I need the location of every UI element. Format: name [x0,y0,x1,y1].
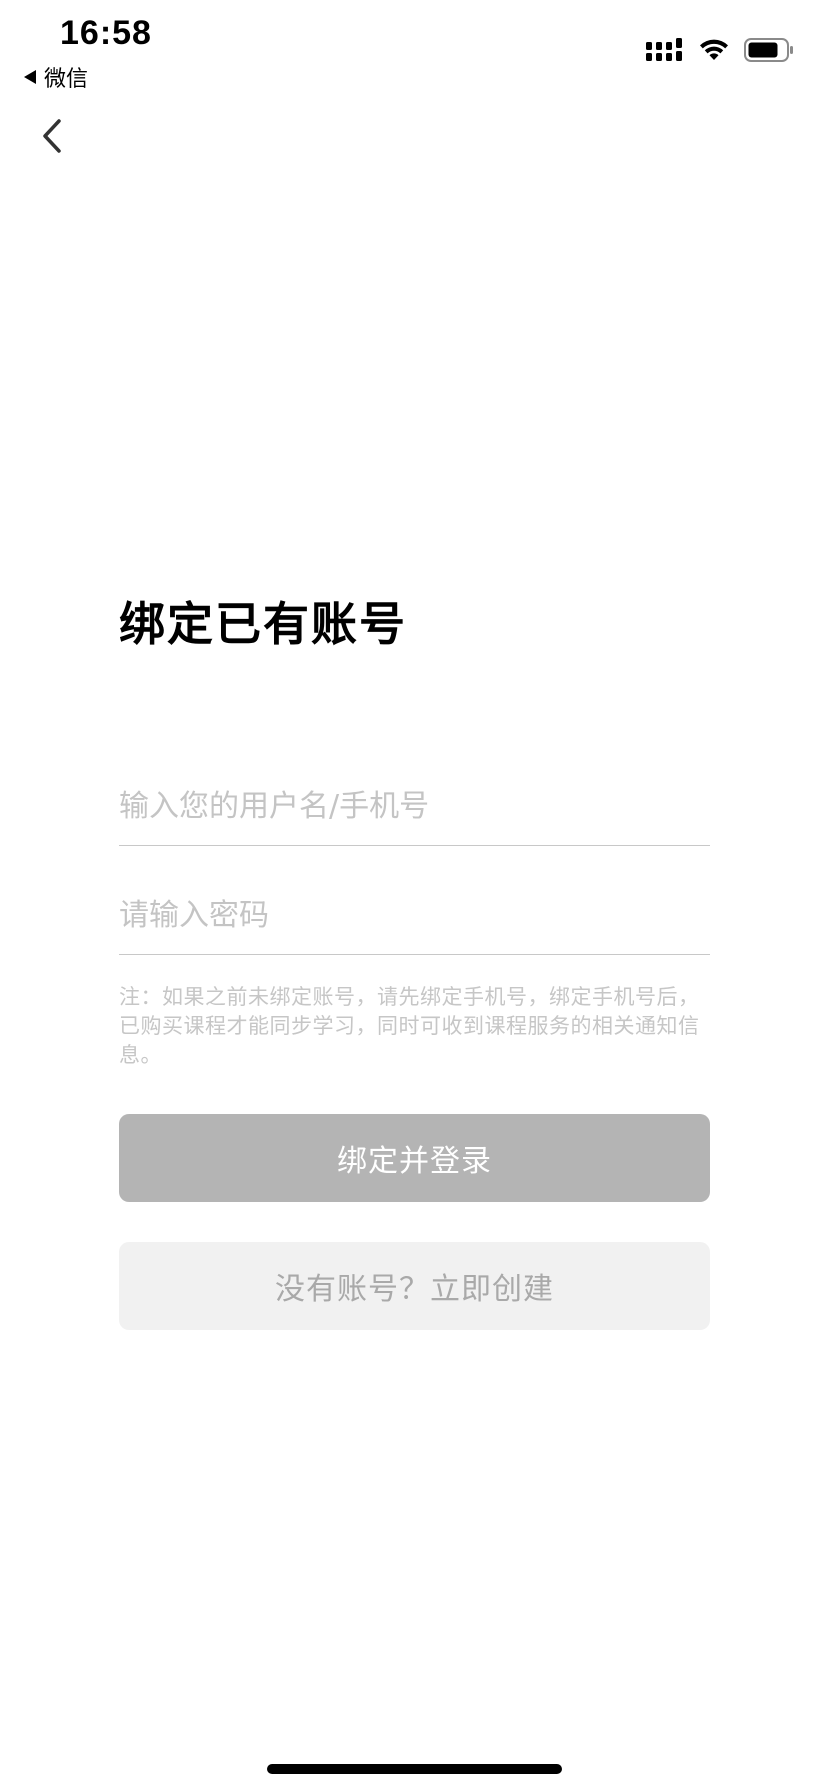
status-bar: 16:58 微信 [0,0,828,96]
username-input[interactable] [119,767,710,845]
binding-note: 注：如果之前未绑定账号，请先绑定手机号，绑定手机号后，已购买课程才能同步学习，同… [119,985,700,1067]
battery-icon [744,38,794,62]
home-indicator [267,1764,562,1774]
status-icons [646,34,794,66]
create-account-button[interactable]: 没有账号？立即创建 [119,1242,710,1330]
password-field-container [119,876,710,955]
back-to-app-button[interactable]: 微信 [24,62,88,92]
back-to-app-label: 微信 [44,67,89,92]
username-field-container [119,767,710,846]
back-button[interactable] [26,112,78,164]
password-input[interactable] [119,876,710,954]
bind-login-button[interactable]: 绑定并登录 [119,1114,710,1202]
page-title: 绑定已有账号 [119,597,407,651]
cellular-signal-icon [646,37,682,63]
chevron-left-icon [40,118,64,158]
status-time: 16:58 [60,14,152,52]
back-triangle-icon [24,70,36,84]
wifi-icon [698,38,730,62]
